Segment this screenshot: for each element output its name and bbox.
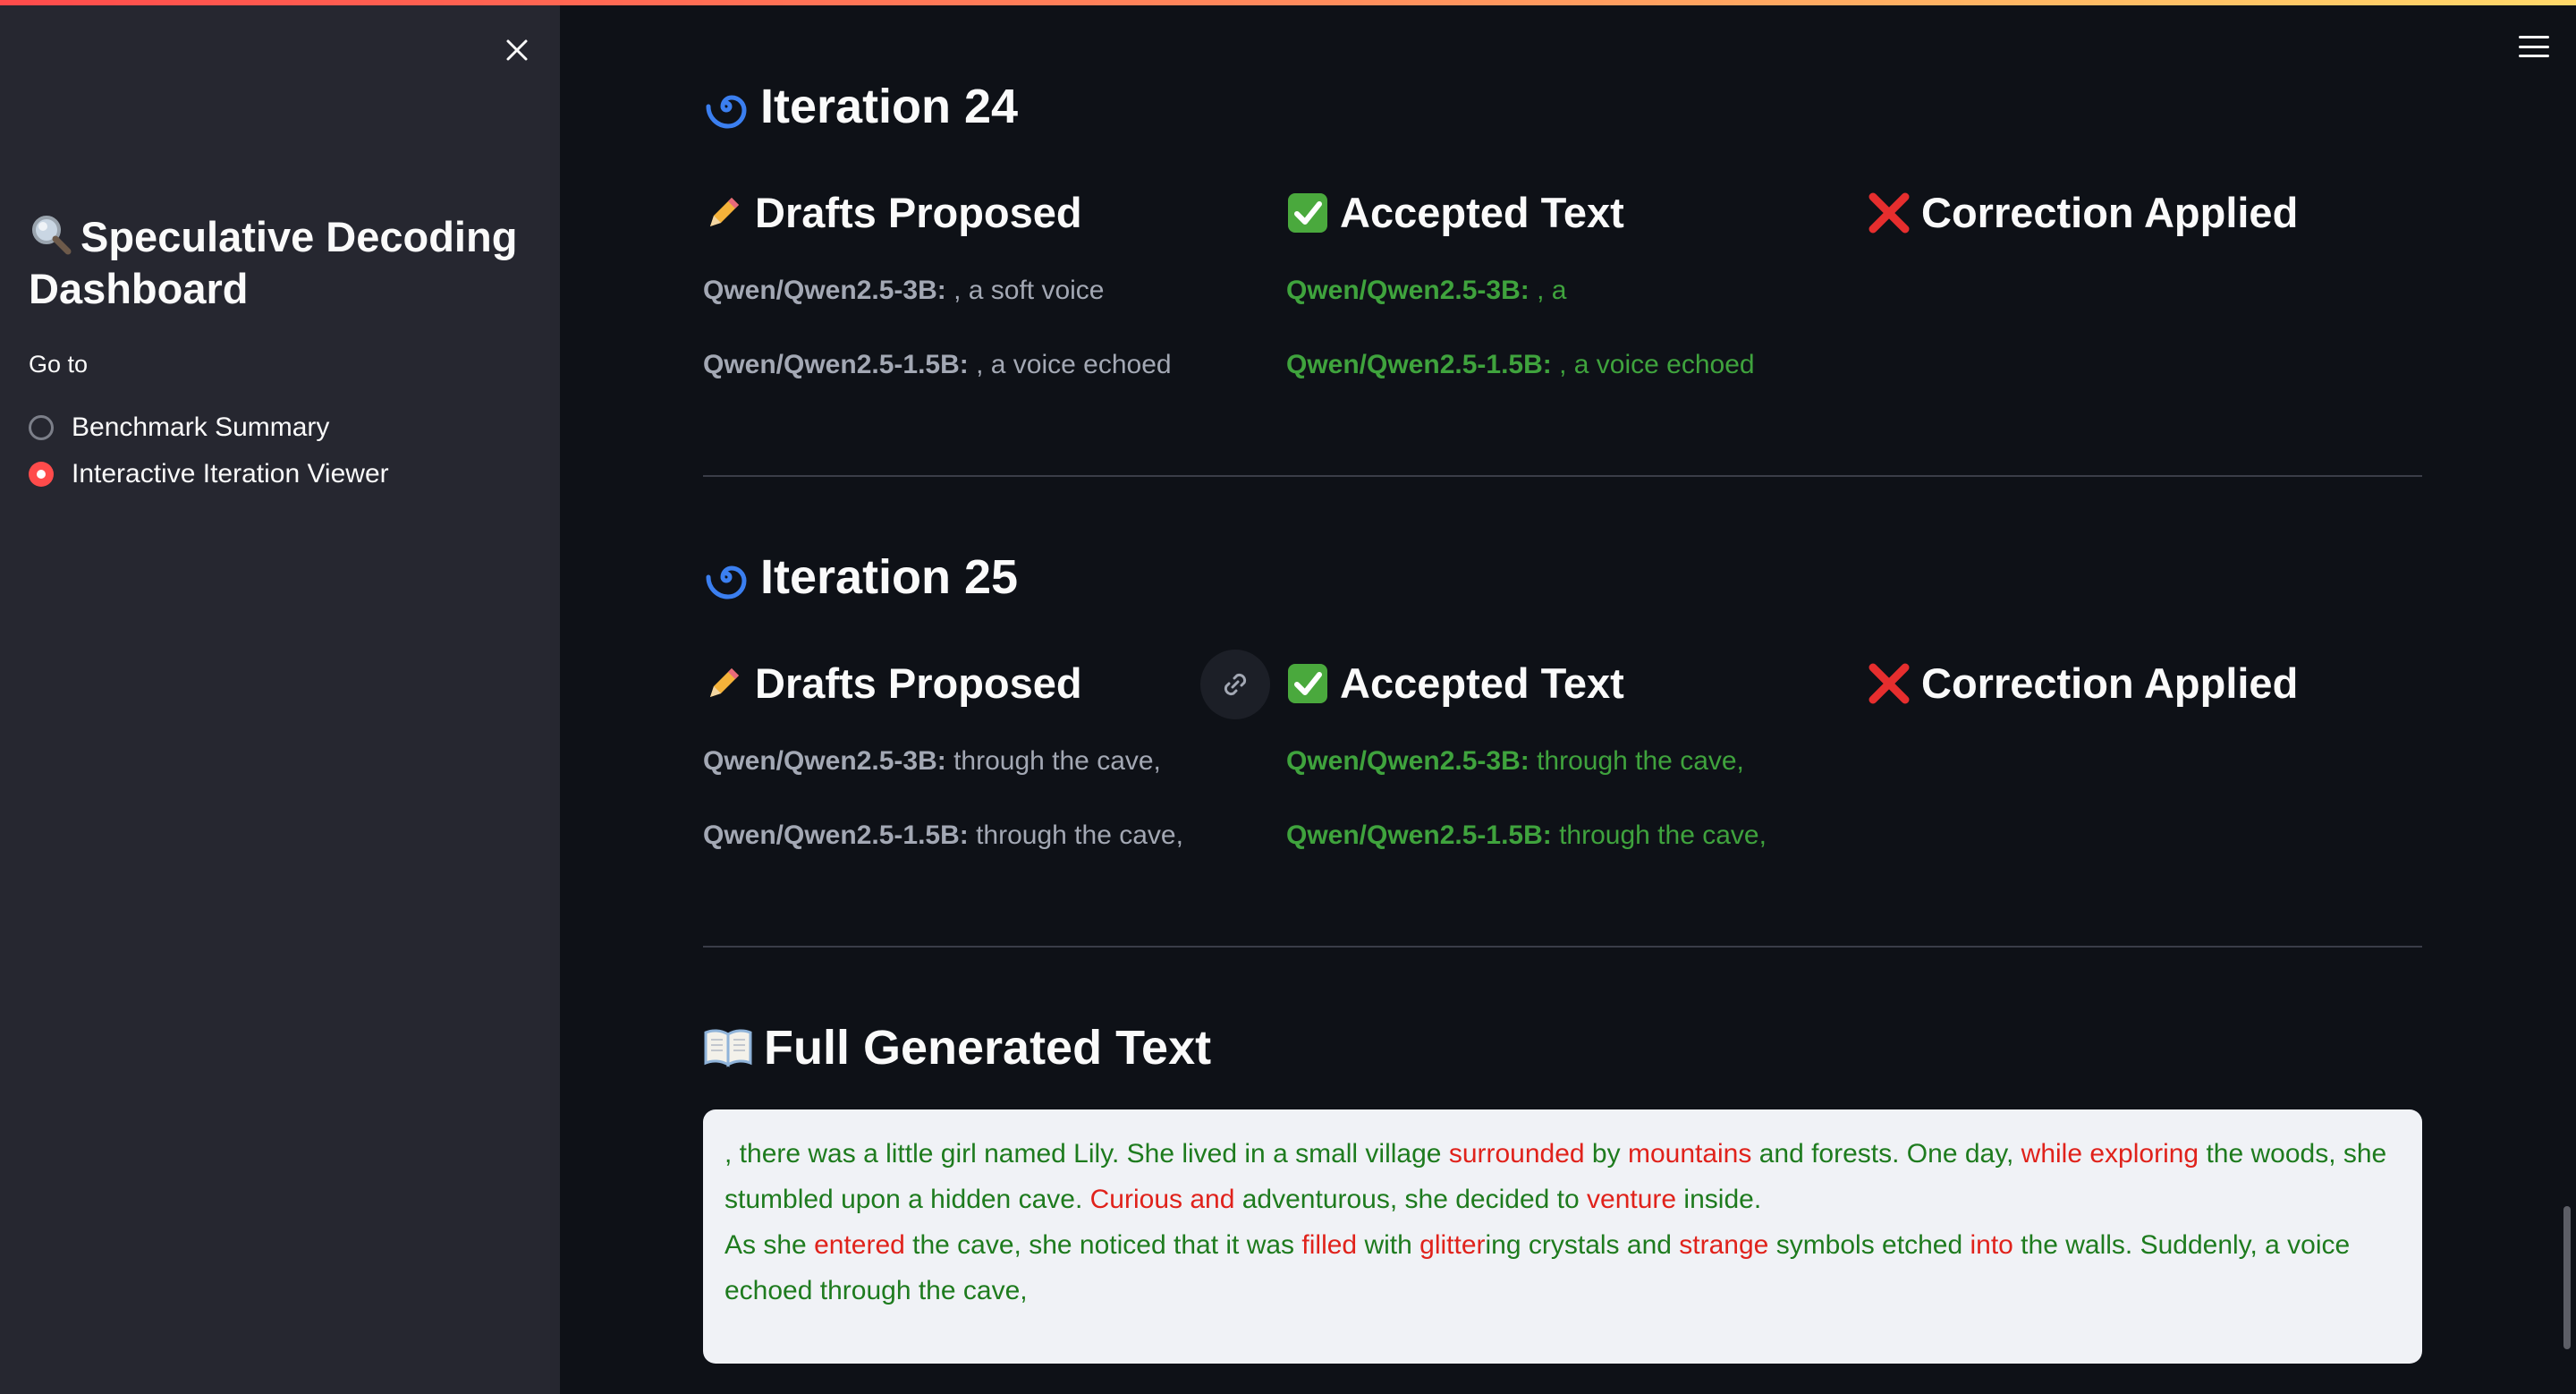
iteration-heading: Iteration 25 — [703, 549, 1018, 605]
drafts-header-text: Drafts Proposed — [755, 659, 1082, 707]
accepted-token: , there was a little girl named Lily. Sh… — [724, 1139, 1449, 1169]
pencil-icon — [710, 667, 739, 697]
draft-line: Qwen/Qwen2.5-1.5B: through the cave, — [703, 820, 1183, 851]
model-name: Qwen/Qwen2.5-1.5B: — [703, 820, 969, 850]
iteration-title: Iteration 24 — [760, 80, 1019, 133]
model-name: Qwen/Qwen2.5-1.5B: — [703, 350, 969, 379]
accepted-token: by — [1584, 1139, 1628, 1169]
generated-paragraph: , there was a little girl named Lily. Sh… — [724, 1131, 2401, 1222]
divider — [703, 475, 2422, 477]
cyclone-icon — [706, 95, 747, 129]
correction-header-text: Correction Applied — [1921, 189, 2299, 236]
draft-text: , a soft voice — [945, 276, 1105, 305]
accepted-token: adventurous, she decided to — [1234, 1185, 1588, 1214]
full-text-title: Full Generated Text — [764, 1021, 1212, 1075]
check-box-icon — [1288, 192, 1327, 233]
close-icon — [506, 39, 528, 61]
close-sidebar-button[interactable] — [497, 30, 537, 70]
cross-mark-icon — [1868, 192, 1910, 233]
corrected-token: strange — [1679, 1230, 1769, 1260]
hamburger-icon — [2519, 36, 2549, 38]
corrected-token: Curious — [1089, 1185, 1182, 1214]
model-name: Qwen/Qwen2.5-1.5B: — [1286, 820, 1552, 850]
hamburger-icon-bar — [2519, 45, 2549, 48]
sidebar-title-text: Speculative Decoding Dashboard — [29, 213, 518, 312]
drafts-header-text: Drafts Proposed — [755, 189, 1082, 236]
model-name: Qwen/Qwen2.5-3B: — [1286, 746, 1530, 776]
check-box-icon — [1288, 663, 1327, 703]
accepted-header-text: Accepted Text — [1340, 659, 1624, 707]
scrollbar-thumb[interactable] — [2563, 1206, 2571, 1349]
iteration-heading: Iteration 24 — [703, 79, 1018, 134]
radio-button-unselected[interactable] — [29, 415, 54, 440]
correction-header: Correction Applied — [1868, 188, 2298, 237]
accepted-header: Accepted Text — [1286, 659, 1624, 708]
sidebar-title: Speculative Decoding Dashboard — [29, 211, 538, 315]
accepted-token: with — [1357, 1230, 1420, 1260]
model-name: Qwen/Qwen2.5-3B: — [1286, 276, 1530, 305]
corrected-token: while exploring — [2021, 1139, 2199, 1169]
accepted-header-text: Accepted Text — [1340, 189, 1624, 236]
accepted-line: Qwen/Qwen2.5-3B: through the cave, — [1286, 746, 1744, 777]
accepted-token: ing crystals and — [1485, 1230, 1680, 1260]
accepted-token: As she — [724, 1230, 815, 1260]
correction-header-text: Correction Applied — [1921, 659, 2299, 707]
full-text-heading: Full Generated Text — [703, 1020, 1211, 1075]
draft-text: through the cave, — [968, 820, 1183, 850]
draft-line: Qwen/Qwen2.5-3B: through the cave, — [703, 746, 1161, 777]
accepted-line: Qwen/Qwen2.5-1.5B: , a voice echoed — [1286, 350, 1755, 380]
radio-button-selected[interactable] — [29, 462, 54, 487]
draft-text: , a voice echoed — [968, 350, 1172, 379]
radio-label: Benchmark Summary — [72, 412, 330, 442]
corrected-token: glitter — [1419, 1230, 1486, 1260]
cyclone-icon — [706, 565, 747, 599]
hamburger-icon-bar — [2519, 55, 2549, 57]
radio-label: Interactive Iteration Viewer — [72, 459, 389, 489]
corrected-token: filled — [1301, 1230, 1358, 1260]
generated-paragraph: As she entered the cave, she noticed tha… — [724, 1222, 2401, 1313]
accepted-token: and forests. One day, — [1751, 1139, 2021, 1169]
accepted-token: symbols etched — [1768, 1230, 1970, 1260]
drafts-header: Drafts Proposed — [703, 659, 1082, 708]
iteration-title: Iteration 25 — [760, 550, 1019, 604]
accepted-header: Accepted Text — [1286, 188, 1624, 237]
accepted-text: , a voice echoed — [1551, 350, 1755, 379]
pencil-icon — [710, 197, 739, 226]
corrected-token: surrounded — [1448, 1139, 1585, 1169]
anchor-link-button[interactable] — [1200, 650, 1270, 719]
cross-mark-icon — [1868, 663, 1910, 703]
accepted-line: Qwen/Qwen2.5-1.5B: through the cave, — [1286, 820, 1767, 851]
correction-header: Correction Applied — [1868, 659, 2298, 708]
page-radio-group: Benchmark Summary Interactive Iteration … — [29, 404, 389, 497]
accepted-text: through the cave, — [1551, 820, 1767, 850]
accepted-token: the cave, she noticed that it was — [904, 1230, 1302, 1260]
goto-label: Go to — [29, 351, 89, 378]
sidebar: Speculative Decoding Dashboard Go to Ben… — [0, 0, 560, 1394]
draft-line: Qwen/Qwen2.5-1.5B: , a voice echoed — [703, 350, 1172, 380]
corrected-token: venture — [1587, 1185, 1677, 1214]
corrected-token: mountains — [1627, 1139, 1752, 1169]
model-name: Qwen/Qwen2.5-1.5B: — [1286, 350, 1552, 379]
accepted-token: inside. — [1676, 1185, 1762, 1214]
top-decoration-bar — [0, 0, 2576, 5]
accepted-text: , a — [1529, 276, 1567, 305]
magnifier-icon — [32, 216, 72, 255]
open-book-icon — [704, 1029, 752, 1067]
main-menu-button[interactable] — [2513, 30, 2555, 63]
corrected-token: into — [1970, 1230, 2013, 1260]
generated-text-box: , there was a little girl named Lily. Sh… — [703, 1109, 2422, 1364]
draft-line: Qwen/Qwen2.5-3B: , a soft voice — [703, 276, 1104, 306]
radio-interactive-iteration-viewer[interactable]: Interactive Iteration Viewer — [29, 451, 389, 497]
model-name: Qwen/Qwen2.5-3B: — [703, 276, 946, 305]
accepted-text: through the cave, — [1529, 746, 1744, 776]
drafts-header: Drafts Proposed — [703, 188, 1082, 237]
divider — [703, 946, 2422, 948]
corrected-token: and — [1190, 1185, 1235, 1214]
accepted-line: Qwen/Qwen2.5-3B: , a — [1286, 276, 1566, 306]
corrected-token: entered — [814, 1230, 905, 1260]
model-name: Qwen/Qwen2.5-3B: — [703, 746, 946, 776]
draft-text: through the cave, — [945, 746, 1161, 776]
radio-benchmark-summary[interactable]: Benchmark Summary — [29, 404, 389, 451]
link-icon — [1224, 673, 1247, 696]
